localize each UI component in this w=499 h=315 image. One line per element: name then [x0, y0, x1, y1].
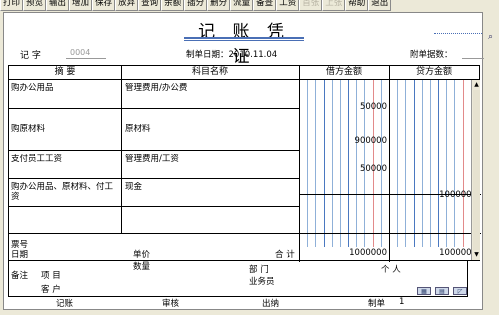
digit-separator — [454, 80, 456, 247]
signature-row: 记账 审核 出纳 制单 1 — [4, 297, 484, 309]
cashier-label: 出纳 — [262, 299, 280, 309]
person-label: 个 人 — [381, 265, 401, 275]
auditor-label: 审核 — [162, 299, 180, 309]
voucher-type-label[interactable]: 记 字 — [20, 48, 41, 61]
toolbar-button[interactable]: 流量 — [230, 0, 254, 11]
row-line — [9, 150, 299, 151]
attachments-field[interactable] — [462, 58, 484, 59]
toolbar-button[interactable]: 插分 — [184, 0, 208, 11]
digit-separator — [421, 80, 423, 247]
digit-separator — [413, 80, 415, 247]
voucher-paper: 记 账 凭 证 记 字 0004 制单日期：2010.11.04 附单据数： 摘… — [3, 12, 484, 310]
header-summary: 摘 要 — [9, 66, 121, 80]
title-underline-thin — [184, 40, 304, 41]
bill-date-label: 日期 — [11, 250, 29, 260]
chart-icon[interactable]: ◸ — [453, 287, 467, 295]
maker-value: 1 — [399, 297, 405, 307]
row3-subject[interactable]: 管理费用/工资 — [125, 154, 295, 164]
row-line — [9, 178, 299, 179]
toolbar-button[interactable]: 上张 — [322, 0, 346, 11]
row4-credit[interactable]: 1000000 — [391, 190, 477, 200]
maker-label: 制单 — [368, 299, 386, 309]
unit-price-label: 单价 — [133, 250, 151, 260]
grid-scrollbar[interactable]: ▲ ▼ — [471, 80, 480, 260]
bookkeeper-label: 记账 — [56, 299, 74, 309]
scroll-thumb[interactable] — [473, 90, 480, 250]
row4-summary[interactable]: 购办公用品、原材料、付工资 — [11, 182, 119, 204]
search-icon[interactable]: ⌕ — [488, 32, 498, 42]
credit-total: 1000000 — [439, 248, 477, 258]
toolbar-button[interactable]: 余额 — [161, 0, 185, 11]
toolbar-button[interactable]: 首张 — [299, 0, 323, 11]
row-line — [9, 206, 299, 207]
row-line-totals — [9, 233, 481, 234]
toolbar-button[interactable]: 退出 — [368, 0, 392, 11]
row3-summary[interactable]: 支付员工工资 — [11, 154, 119, 164]
toolbar: 打印 预览 输出 增加 保存 放弃 查询 余额 插分 删分 流量 备查 工资 首张 上张 帮助 退出 — [0, 0, 499, 12]
digit-separator — [397, 80, 399, 247]
digit-separator — [462, 80, 464, 247]
credit-digit-grid — [389, 80, 479, 247]
row2-debit[interactable]: 900000 — [301, 136, 387, 146]
table-icon[interactable]: ▦ — [417, 287, 431, 295]
row3-debit[interactable]: 50000 — [301, 164, 387, 174]
voucher-footer: 备注 项 目 客 户 部 门 业务员 个 人 — [8, 261, 468, 297]
toolbar-button[interactable]: 保存 — [92, 0, 116, 11]
row1-debit[interactable]: 50000 — [301, 102, 387, 112]
toolbar-button[interactable]: 打印 — [0, 0, 24, 11]
project-label: 项 目 — [41, 271, 61, 281]
toolbar-button[interactable]: 查询 — [138, 0, 162, 11]
header-subject: 科目名称 — [121, 66, 299, 80]
debit-total: 1000000 — [349, 248, 387, 258]
total-label: 合 计 — [275, 250, 295, 260]
toolbar-button[interactable]: 删分 — [207, 0, 231, 11]
header-credit: 贷方金额 — [389, 66, 479, 80]
voucher-number-underline — [66, 58, 106, 59]
digit-separator — [429, 80, 431, 247]
toolbar-button[interactable]: 备查 — [253, 0, 277, 11]
window-right-edge: ⌕ — [484, 12, 499, 310]
card-icon[interactable]: ▤ — [435, 287, 449, 295]
scroll-down-icon[interactable]: ▼ — [473, 251, 480, 259]
dept-label: 部 门 — [249, 265, 269, 275]
toolbar-button[interactable]: 放弃 — [115, 0, 139, 11]
row1-subject[interactable]: 管理费用/办公费 — [125, 83, 295, 93]
voucher-date[interactable]: 制单日期：2010.11.04 — [186, 48, 277, 60]
header-debit: 借方金额 — [299, 66, 389, 80]
salesman-label: 业务员 — [249, 277, 275, 287]
digit-separator — [446, 80, 448, 247]
row2-summary[interactable]: 购原材料 — [11, 124, 119, 134]
row4-subject[interactable]: 现金 — [125, 182, 295, 192]
voucher-number[interactable]: 0004 — [70, 48, 90, 57]
footer-icons: ▦ ▤ ◸ — [417, 286, 471, 296]
attachments-label: 附单据数： — [410, 50, 453, 60]
scroll-up-icon[interactable]: ▲ — [473, 81, 480, 89]
row1-summary[interactable]: 购办公用品 — [11, 83, 119, 93]
toolbar-button[interactable]: 增加 — [69, 0, 93, 11]
toolbar-button[interactable]: 帮助 — [345, 0, 369, 11]
digit-separator — [405, 80, 407, 247]
remark-label: 备注 — [11, 271, 29, 281]
toolbar-button[interactable]: 工资 — [276, 0, 300, 11]
voucher-grid: 摘 要 科目名称 借方金额 贷方金额 购办公用品 管理费用/办公费 50000 … — [8, 65, 481, 272]
row2-subject[interactable]: 原材料 — [125, 124, 295, 134]
title-underline — [184, 37, 304, 39]
toolbar-button[interactable]: 输出 — [46, 0, 70, 11]
toolbar-button[interactable]: 预览 — [23, 0, 47, 11]
attachment-dotted-line — [434, 33, 482, 34]
row-line — [9, 108, 299, 109]
customer-label: 客 户 — [41, 285, 61, 295]
digit-separator — [438, 80, 440, 247]
